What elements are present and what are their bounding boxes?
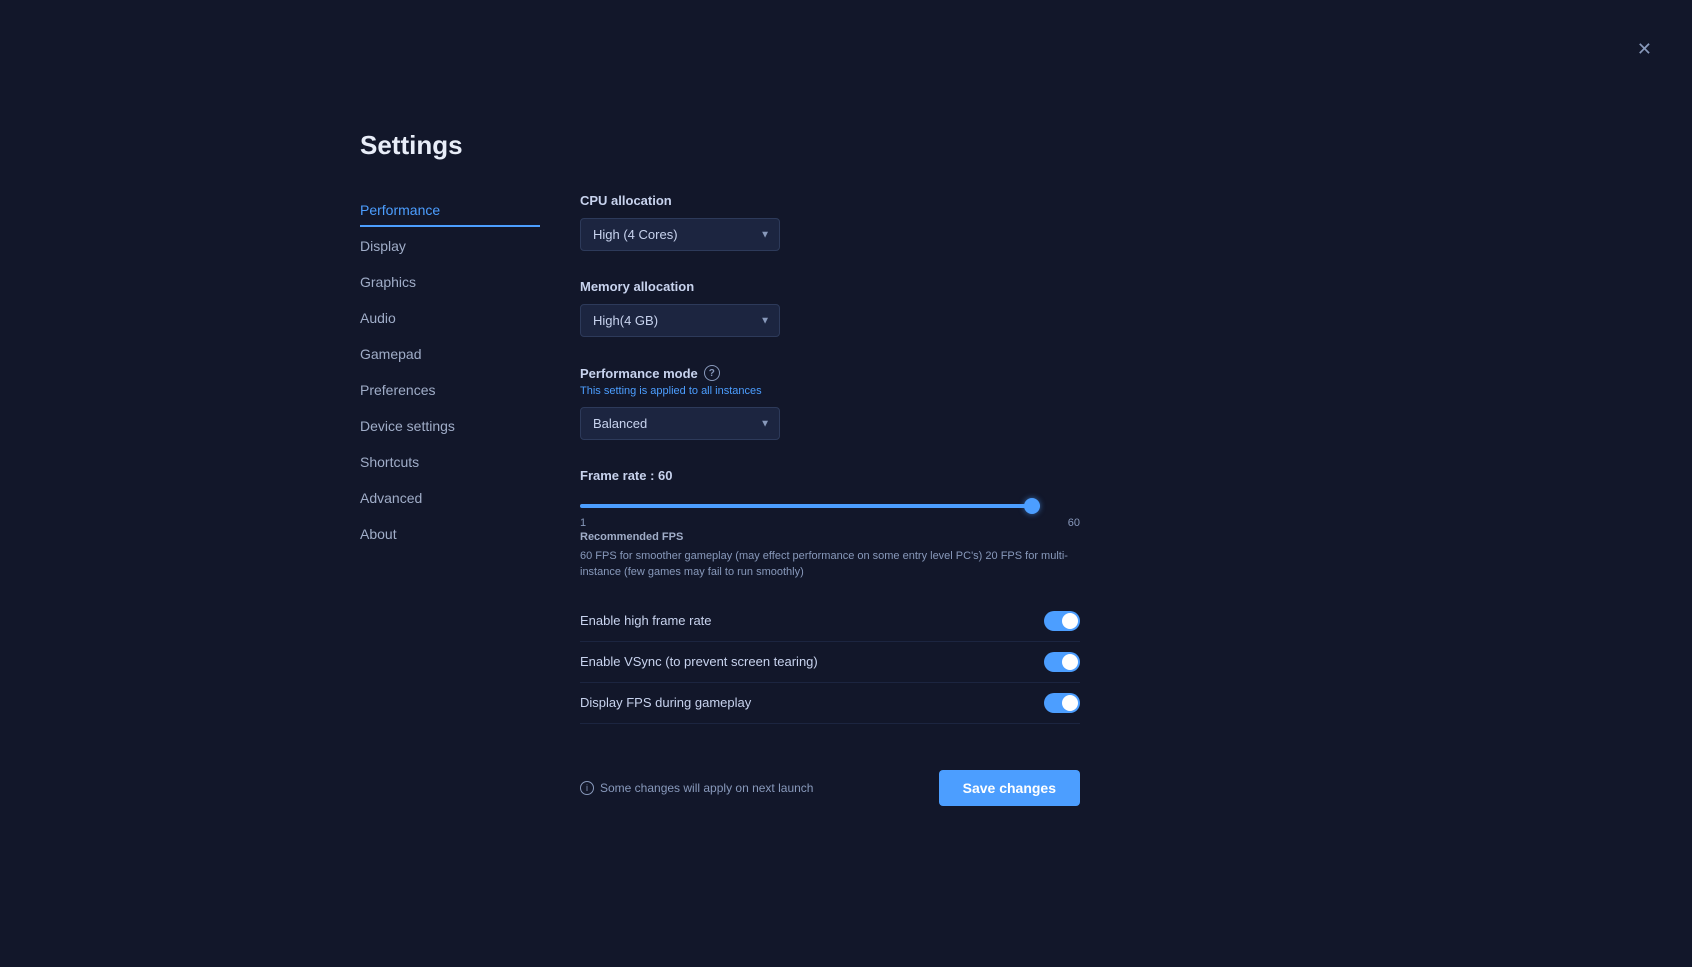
- slider-wrapper: [580, 495, 1040, 513]
- fps-recommendation-title: Recommended FPS: [580, 529, 1080, 546]
- memory-allocation-label: Memory allocation: [580, 279, 1080, 294]
- settings-container: Settings PerformanceDisplayGraphicsAudio…: [360, 130, 1080, 806]
- memory-allocation-select-wrapper: Low (1 GB)Medium (2 GB)High(4 GB)Very Hi…: [580, 304, 780, 337]
- page-title: Settings: [360, 130, 1080, 161]
- performance-mode-select[interactable]: Power savingBalancedHigh performance: [580, 407, 780, 440]
- toggle-high-frame-rate[interactable]: [1044, 611, 1080, 631]
- slider-range-labels: 1 60: [580, 517, 1080, 529]
- performance-mode-note: This setting is applied to all instances: [580, 385, 1080, 397]
- performance-mode-select-wrapper: Power savingBalancedHigh performance ▼: [580, 407, 780, 440]
- content-panel: CPU allocation Low (1 Core)Medium (2 Cor…: [580, 193, 1080, 806]
- toggle-label-display-fps: Display FPS during gameplay: [580, 695, 751, 710]
- footer-note: i Some changes will apply on next launch: [580, 781, 813, 795]
- toggles-section: Enable high frame rate Enable VSync (to p…: [580, 601, 1080, 724]
- sidebar: PerformanceDisplayGraphicsAudioGamepadPr…: [360, 193, 540, 806]
- sidebar-item-display[interactable]: Display: [360, 229, 540, 263]
- close-button[interactable]: ✕: [1637, 40, 1652, 58]
- toggle-knob-display-fps: [1062, 695, 1078, 711]
- cpu-allocation-select-wrapper: Low (1 Core)Medium (2 Cores)High (4 Core…: [580, 218, 780, 251]
- frame-rate-label: Frame rate : 60: [580, 468, 1080, 483]
- frame-rate-slider[interactable]: [580, 504, 1040, 508]
- memory-allocation-select[interactable]: Low (1 GB)Medium (2 GB)High(4 GB)Very Hi…: [580, 304, 780, 337]
- toggle-label-high-frame-rate: Enable high frame rate: [580, 613, 712, 628]
- toggle-row-vsync: Enable VSync (to prevent screen tearing): [580, 642, 1080, 683]
- cpu-allocation-label: CPU allocation: [580, 193, 1080, 208]
- slider-min-label: 1: [580, 517, 586, 529]
- frame-rate-section: Frame rate : 60 1 60 Recommended FPS 60 …: [580, 468, 1080, 581]
- footer-bar: i Some changes will apply on next launch…: [580, 754, 1080, 806]
- toggle-row-display-fps: Display FPS during gameplay: [580, 683, 1080, 724]
- footer-note-icon: i: [580, 781, 594, 795]
- cpu-allocation-select[interactable]: Low (1 Core)Medium (2 Cores)High (4 Core…: [580, 218, 780, 251]
- cpu-allocation-section: CPU allocation Low (1 Core)Medium (2 Cor…: [580, 193, 1080, 251]
- sidebar-item-about[interactable]: About: [360, 517, 540, 551]
- footer-note-text: Some changes will apply on next launch: [600, 781, 813, 795]
- toggle-display-fps[interactable]: [1044, 693, 1080, 713]
- fps-recommendation: Recommended FPS 60 FPS for smoother game…: [580, 529, 1080, 581]
- toggle-vsync[interactable]: [1044, 652, 1080, 672]
- sidebar-item-advanced[interactable]: Advanced: [360, 481, 540, 515]
- slider-max-label: 60: [1068, 517, 1080, 529]
- sidebar-item-graphics[interactable]: Graphics: [360, 265, 540, 299]
- performance-mode-label-text: Performance mode: [580, 366, 698, 381]
- memory-allocation-section: Memory allocation Low (1 GB)Medium (2 GB…: [580, 279, 1080, 337]
- sidebar-item-performance[interactable]: Performance: [360, 193, 540, 227]
- performance-mode-section: Performance mode ? This setting is appli…: [580, 365, 1080, 440]
- toggle-knob-vsync: [1062, 654, 1078, 670]
- sidebar-item-audio[interactable]: Audio: [360, 301, 540, 335]
- toggle-row-high-frame-rate: Enable high frame rate: [580, 601, 1080, 642]
- sidebar-item-gamepad[interactable]: Gamepad: [360, 337, 540, 371]
- sidebar-item-shortcuts[interactable]: Shortcuts: [360, 445, 540, 479]
- settings-panel: Settings PerformanceDisplayGraphicsAudio…: [360, 130, 1080, 806]
- sidebar-item-preferences[interactable]: Preferences: [360, 373, 540, 407]
- toggle-label-vsync: Enable VSync (to prevent screen tearing): [580, 654, 818, 669]
- save-button[interactable]: Save changes: [939, 770, 1080, 806]
- sidebar-item-device-settings[interactable]: Device settings: [360, 409, 540, 443]
- toggle-knob-high-frame-rate: [1062, 613, 1078, 629]
- fps-recommendation-text: 60 FPS for smoother gameplay (may effect…: [580, 550, 1068, 579]
- performance-mode-help-icon[interactable]: ?: [704, 365, 720, 381]
